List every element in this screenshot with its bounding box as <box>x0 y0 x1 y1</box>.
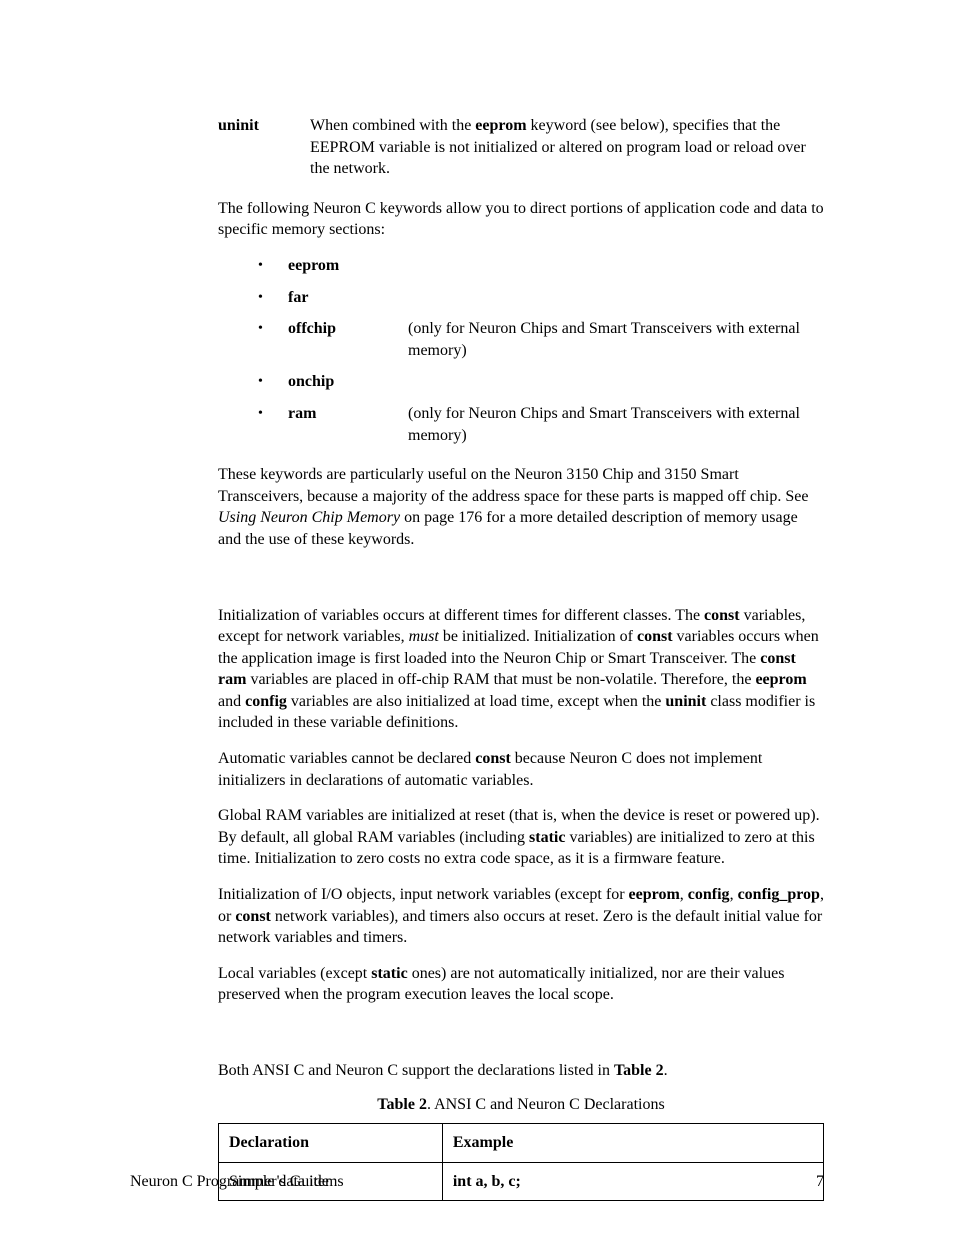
bullet-icon: • <box>258 318 288 339</box>
kw-uninit: uninit <box>665 693 706 710</box>
kw-const: const <box>235 908 271 925</box>
uninit-description: When combined with the eeprom keyword (s… <box>310 115 824 180</box>
table-header-row: Declaration Example <box>219 1124 824 1163</box>
keyword: ram <box>288 403 408 425</box>
kw-const: const <box>475 750 511 767</box>
text: Local variables (except <box>218 965 371 982</box>
bullet-icon: • <box>258 371 288 392</box>
keyword: far <box>288 287 408 309</box>
keyword-note: (only for Neuron Chips and Smart Transce… <box>408 403 824 446</box>
table-title: . ANSI C and Neuron C Declarations <box>427 1096 665 1113</box>
keyword: onchip <box>288 371 408 393</box>
keyword-eeprom: eeprom <box>475 117 526 134</box>
text: , <box>730 886 738 903</box>
kw-eeprom: eeprom <box>755 671 806 688</box>
table-number: Table 2 <box>377 1096 427 1113</box>
text: and <box>218 693 245 710</box>
kw-const: const <box>704 607 740 624</box>
paragraph-init-2: Automatic variables cannot be declared c… <box>218 748 824 791</box>
reference-italic: Using Neuron Chip Memory <box>218 509 400 526</box>
keyword: offchip <box>288 318 408 340</box>
table-ref: Table 2 <box>614 1062 664 1079</box>
kw-const: const <box>637 628 673 645</box>
paragraph-intro: The following Neuron C keywords allow yo… <box>218 198 824 241</box>
text: variables are placed in off-chip RAM tha… <box>246 671 755 688</box>
keyword-list: • eeprom • far • offchip (only for Neuro… <box>218 255 824 446</box>
kw-config: config <box>245 693 287 710</box>
paragraph-init-5: Local variables (except static ones) are… <box>218 963 824 1006</box>
kw-eeprom: eeprom <box>629 886 680 903</box>
text: . <box>664 1062 668 1079</box>
table-header-declaration: Declaration <box>219 1124 443 1163</box>
bullet-icon: • <box>258 287 288 308</box>
table-header-example: Example <box>442 1124 823 1163</box>
section-gap <box>218 565 824 605</box>
kw-config-prop: config_prop <box>738 886 820 903</box>
text: Both ANSI C and Neuron C support the dec… <box>218 1062 614 1079</box>
keyword: eeprom <box>288 255 408 277</box>
footer-title: Neuron C Programmer's Guide <box>130 1171 329 1193</box>
text: Initialization of variables occurs at di… <box>218 607 704 624</box>
page-footer: Neuron C Programmer's Guide 7 <box>130 1171 824 1193</box>
em-must: must <box>409 628 439 645</box>
text: When combined with the <box>310 117 475 134</box>
paragraph-init-3: Global RAM variables are initialized at … <box>218 805 824 870</box>
text: be initialized. Initialization of <box>439 628 637 645</box>
list-item: • eeprom <box>258 255 824 277</box>
footer-page-number: 7 <box>816 1171 824 1193</box>
page-content: uninit When combined with the eeprom key… <box>0 0 954 1201</box>
table-caption: Table 2. ANSI C and Neuron C Declaration… <box>218 1094 824 1116</box>
kw-static: static <box>529 829 565 846</box>
keyword-note: (only for Neuron Chips and Smart Transce… <box>408 318 824 361</box>
paragraph-init-1: Initialization of variables occurs at di… <box>218 605 824 735</box>
paragraph-init-4: Initialization of I/O objects, input net… <box>218 884 824 949</box>
uninit-definition: uninit When combined with the eeprom key… <box>218 115 824 180</box>
text: These keywords are particularly useful o… <box>218 466 808 505</box>
list-item: • ram (only for Neuron Chips and Smart T… <box>258 403 824 446</box>
bullet-icon: • <box>258 403 288 424</box>
paragraph-usage: These keywords are particularly useful o… <box>218 464 824 550</box>
text: network variables), and timers also occu… <box>218 908 822 947</box>
list-item: • far <box>258 287 824 309</box>
text: variables are also initialized at load t… <box>287 693 666 710</box>
section-gap <box>218 1020 824 1060</box>
list-item: • offchip (only for Neuron Chips and Sma… <box>258 318 824 361</box>
text: Initialization of I/O objects, input net… <box>218 886 629 903</box>
list-item: • onchip <box>258 371 824 393</box>
paragraph-declarations: Both ANSI C and Neuron C support the dec… <box>218 1060 824 1082</box>
bullet-icon: • <box>258 255 288 276</box>
text: , <box>680 886 688 903</box>
text: Automatic variables cannot be declared <box>218 750 475 767</box>
kw-static: static <box>371 965 407 982</box>
kw-config: config <box>688 886 730 903</box>
uninit-label: uninit <box>218 115 310 180</box>
